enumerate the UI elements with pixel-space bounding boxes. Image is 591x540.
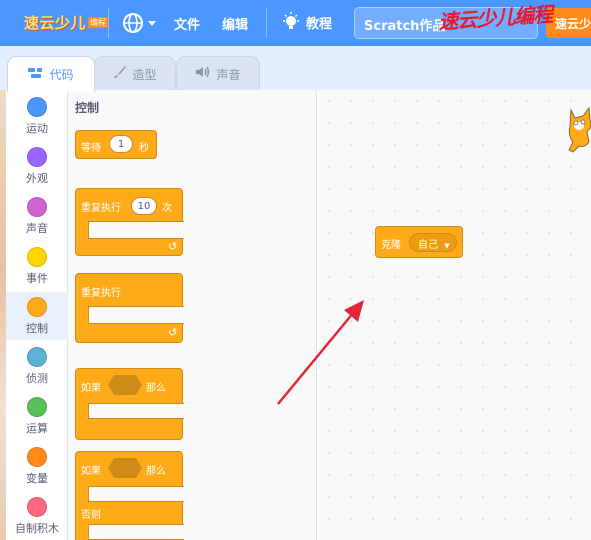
loop-arrow-icon: ↺ (168, 326, 178, 339)
chevron-down-icon: ▼ (444, 242, 450, 250)
category-dot (27, 447, 47, 467)
if-label: 如果 (81, 466, 101, 477)
menu-bar: 速云少儿 编程 文件 编辑 教程 Scratch作品 速云少 速云少儿编程 (0, 0, 591, 46)
category-dot (27, 147, 47, 167)
chevron-down-icon (148, 21, 156, 26)
category-dot (27, 297, 47, 317)
language-menu[interactable] (122, 11, 162, 35)
category-my-blocks[interactable]: 自制积木 (6, 492, 68, 540)
if-slot (88, 403, 184, 419)
condition-slot[interactable] (108, 375, 142, 395)
logo[interactable]: 速云少儿 编程 (18, 9, 114, 35)
background-edge (0, 90, 6, 540)
if-else-block[interactable]: 如果 那么 否则 (75, 451, 184, 540)
share-button[interactable]: 速云少 (546, 8, 591, 38)
else-label: 否则 (81, 510, 101, 521)
tutorial-button[interactable]: 教程 (280, 11, 332, 33)
tab-costumes[interactable]: 造型 (94, 56, 176, 91)
category-label: 外观 (26, 172, 48, 185)
editor-tabs: 代码 造型 声音 (0, 46, 591, 92)
brush-icon (113, 65, 127, 83)
category-dot (27, 397, 47, 417)
category-sound[interactable]: 声音 (6, 192, 68, 240)
clone-target-dropdown[interactable]: 自己 ▼ (409, 233, 457, 252)
category-motion[interactable]: 运动 (6, 92, 68, 140)
category-events[interactable]: 事件 (6, 242, 68, 290)
tab-code[interactable]: 代码 (7, 56, 95, 92)
category-dot (27, 347, 47, 367)
menu-divider (266, 8, 267, 38)
condition-slot[interactable] (108, 458, 142, 478)
tab-sounds[interactable]: 声音 (176, 56, 260, 91)
forever-label: 重复执行 (81, 288, 121, 299)
category-dot (27, 197, 47, 217)
logo-text: 速云少儿 (24, 13, 87, 32)
annotation-arrow-icon (277, 300, 364, 405)
else-slot (88, 524, 184, 540)
category-variables[interactable]: 变量 (6, 442, 68, 490)
category-label: 变量 (26, 472, 48, 485)
repeat-unit: 次 (162, 203, 172, 214)
clone-label: 克隆 (381, 240, 401, 251)
tutorial-label: 教程 (306, 16, 333, 32)
edit-menu[interactable]: 编辑 (222, 14, 248, 33)
forever-block[interactable]: 重复执行 ↺ (75, 273, 184, 343)
category-control[interactable]: 控制 (6, 292, 68, 340)
category-operators[interactable]: 运算 (6, 392, 68, 440)
if-then-block[interactable]: 如果 那么 (75, 368, 184, 440)
tab-costumes-label: 造型 (132, 67, 157, 82)
if-label: 如果 (81, 383, 101, 394)
category-label: 运动 (26, 122, 48, 135)
clone-target-value: 自己 (418, 240, 438, 251)
menu-divider (108, 8, 109, 38)
globe-icon (123, 13, 156, 33)
repeat-count-input[interactable]: 10 (131, 197, 157, 215)
category-dot (27, 97, 47, 117)
category-sensing[interactable]: 侦测 (6, 342, 68, 390)
repeat-slot (88, 221, 184, 239)
category-label: 侦测 (26, 372, 48, 385)
loop-arrow-icon: ↺ (168, 240, 178, 253)
wait-unit: 秒 (139, 143, 149, 154)
forever-slot (88, 306, 184, 324)
file-menu[interactable]: 文件 (174, 14, 200, 33)
tab-sounds-label: 声音 (216, 67, 241, 82)
sprite-cat-icon (568, 106, 591, 153)
speaker-icon (195, 65, 211, 83)
repeat-label: 重复执行 (81, 203, 121, 214)
logo-subtext: 编程 (88, 16, 109, 28)
wait-label: 等待 (81, 143, 101, 154)
category-label: 运算 (26, 422, 48, 435)
category-label: 事件 (26, 272, 48, 285)
category-label: 自制积木 (15, 522, 59, 535)
category-looks[interactable]: 外观 (6, 142, 68, 190)
tab-code-label: 代码 (49, 68, 74, 82)
category-dot (27, 247, 47, 267)
category-dot (27, 497, 47, 517)
if-slot (88, 486, 184, 502)
create-clone-block[interactable]: 克隆 自己 ▼ (375, 226, 463, 258)
lightbulb-icon (283, 12, 299, 29)
repeat-block[interactable]: 重复执行 10 次 ↺ (75, 188, 184, 256)
then-label: 那么 (146, 466, 166, 477)
scratch-editor: 速云少儿 编程 文件 编辑 教程 Scratch作品 速云少 速云少儿编程 代码… (0, 0, 591, 540)
then-label: 那么 (146, 383, 166, 394)
category-label: 声音 (26, 222, 48, 235)
wait-block[interactable]: 等待 1 秒 (75, 130, 157, 159)
palette-section-title: 控制 (75, 101, 100, 115)
wait-seconds-input[interactable]: 1 (109, 135, 133, 153)
category-label: 控制 (26, 322, 48, 335)
category-menu: 运动 外观 声音 事件 控制 侦测 运算 变量 自制积木 (0, 90, 68, 540)
code-icon (28, 67, 44, 83)
